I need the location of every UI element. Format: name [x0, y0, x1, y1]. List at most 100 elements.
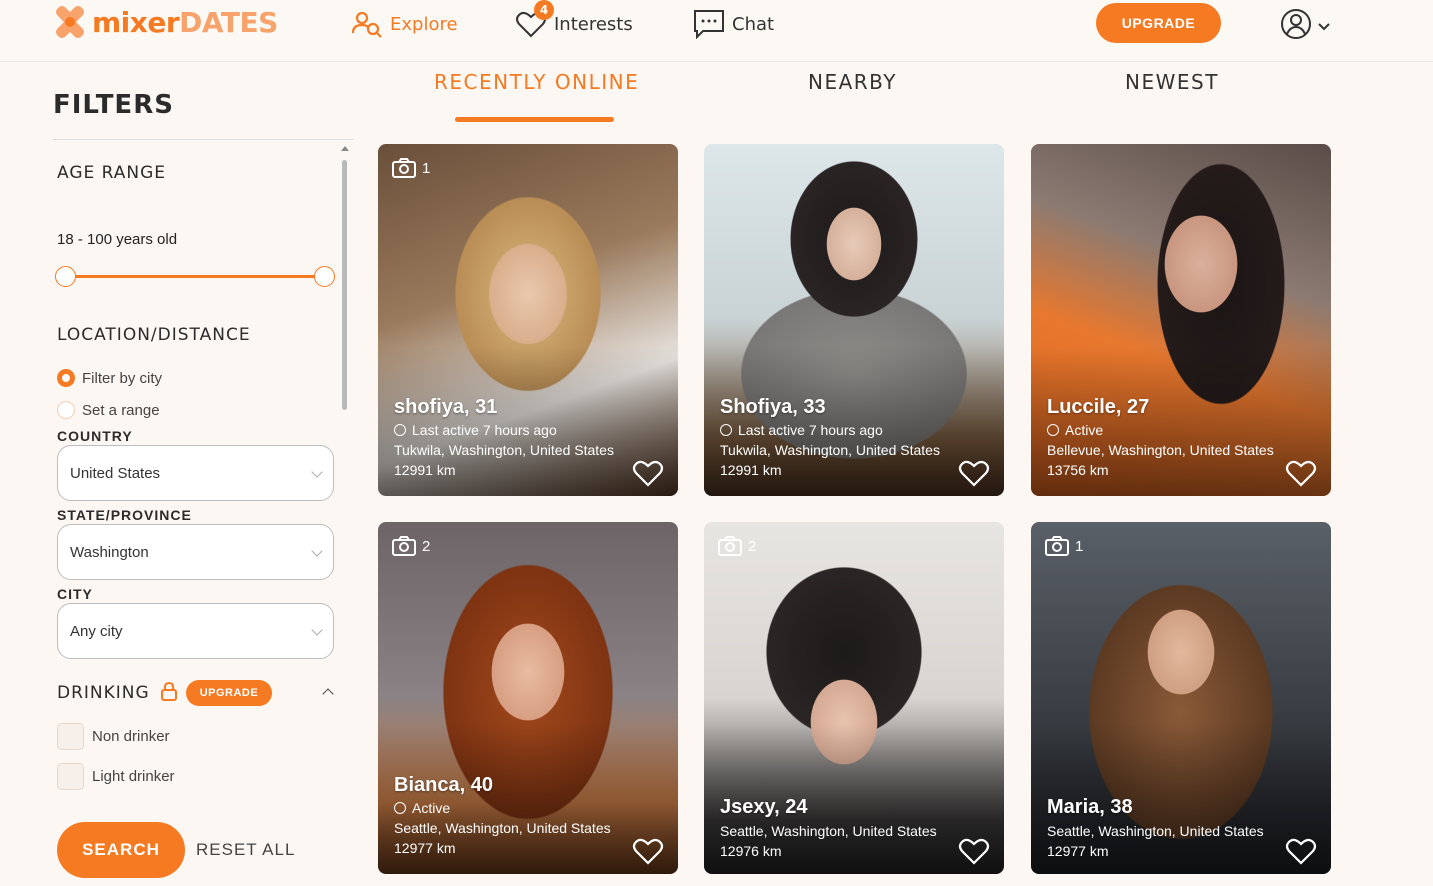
age-max-handle[interactable] — [314, 266, 335, 287]
collapse-drinking-icon[interactable] — [322, 688, 334, 700]
profile-card[interactable]: 1 Maria, 38 Seattle, Washington, United … — [1031, 522, 1331, 874]
interests-badge: 4 — [534, 0, 554, 20]
reset-all-button[interactable]: RESET ALL — [196, 840, 295, 860]
sidebar-divider — [53, 139, 353, 140]
lock-icon — [160, 681, 178, 706]
profile-status: Last active 7 hours ago — [720, 422, 940, 438]
like-heart-icon[interactable] — [1285, 836, 1317, 866]
photo-count: 1 — [392, 158, 430, 178]
photo-count: 2 — [392, 536, 430, 556]
nav-interests-label: Interests — [554, 13, 633, 35]
nav-chat[interactable]: Chat — [692, 8, 774, 40]
profile-distance: 12977 km — [1047, 843, 1109, 859]
state-label: STATE/PROVINCE — [57, 507, 192, 523]
profile-status-text: Active — [1065, 422, 1104, 438]
profile-info: Bianca, 40 Active Seattle, Washington, U… — [394, 774, 611, 856]
city-select[interactable]: Any city — [57, 603, 334, 659]
checkbox-icon — [57, 723, 84, 750]
photo-count-value: 2 — [422, 537, 431, 555]
profile-location: Tukwila, Washington, United States — [720, 442, 940, 458]
age-range-heading: AGE RANGE — [57, 163, 167, 183]
profile-status: Last active 7 hours ago — [394, 422, 614, 438]
country-select[interactable]: United States — [57, 445, 334, 501]
city-value: Any city — [70, 622, 123, 640]
tab-recently-online[interactable]: RECENTLY ONLINE — [434, 70, 639, 94]
chevron-down-icon — [311, 466, 323, 478]
profile-location: Seattle, Washington, United States — [1047, 823, 1264, 839]
radio-unselected-icon — [57, 401, 75, 419]
nav-explore-label: Explore — [390, 13, 458, 35]
like-heart-icon[interactable] — [1285, 458, 1317, 488]
nav-interests[interactable]: 4 Interests — [514, 0, 633, 40]
set-range-label: Set a range — [82, 401, 160, 419]
filters-title: FILTERS — [53, 90, 174, 120]
photo-count: 1 — [1045, 536, 1083, 556]
filter-by-city-radio[interactable]: Filter by city — [57, 369, 162, 387]
profile-name: Maria, 38 — [1047, 796, 1133, 818]
location-heading: LOCATION/DISTANCE — [57, 325, 251, 345]
set-range-radio[interactable]: Set a range — [57, 401, 160, 419]
like-heart-icon[interactable] — [958, 458, 990, 488]
profile-card[interactable]: 2 Jsexy, 24 Seattle, Washington, United … — [704, 522, 1004, 874]
profile-distance: 13756 km — [1047, 462, 1109, 478]
drinking-section-header[interactable]: DRINKING UPGRADE — [57, 680, 273, 706]
user-avatar-icon — [1280, 8, 1312, 45]
camera-icon — [392, 536, 416, 556]
profile-info: Luccile, 27 Active Bellevue, Washington,… — [1047, 396, 1274, 478]
chat-icon — [692, 8, 726, 40]
non-drinker-label: Non drinker — [92, 728, 170, 745]
tab-newest[interactable]: NEWEST — [1125, 70, 1219, 94]
like-heart-icon[interactable] — [958, 836, 990, 866]
profile-info: Jsexy, 24 Seattle, Washington, United St… — [720, 796, 937, 859]
profile-location: Tukwila, Washington, United States — [394, 442, 614, 458]
drinking-heading: DRINKING — [57, 683, 150, 703]
profile-info: Maria, 38 Seattle, Washington, United St… — [1047, 796, 1264, 859]
heart-outline-icon: 4 — [514, 0, 554, 40]
photo-count-value: 2 — [748, 537, 757, 555]
age-range-value: 18 - 100 years old — [57, 231, 178, 248]
profile-card[interactable]: Shofiya, 33 Last active 7 hours ago Tukw… — [704, 144, 1004, 496]
chevron-down-icon — [1318, 18, 1330, 36]
logo-x-icon — [52, 4, 88, 40]
account-menu[interactable] — [1280, 8, 1330, 45]
profile-location: Seattle, Washington, United States — [720, 823, 937, 839]
profile-status-text: Last active 7 hours ago — [738, 422, 883, 438]
light-drinker-checkbox[interactable]: Light drinker — [57, 763, 175, 790]
profile-card[interactable]: 1 shofiya, 31 Last active 7 hours ago Tu… — [378, 144, 678, 496]
country-label: COUNTRY — [57, 428, 133, 444]
like-heart-icon[interactable] — [632, 458, 664, 488]
upgrade-button[interactable]: UPGRADE — [1096, 3, 1221, 43]
age-range-slider-track[interactable] — [66, 275, 324, 278]
scroll-up-arrow[interactable] — [341, 146, 349, 151]
profile-name: Luccile, 27 — [1047, 396, 1150, 418]
chevron-down-icon — [311, 545, 323, 557]
drinking-upgrade-button[interactable]: UPGRADE — [185, 680, 273, 706]
sidebar-scrollbar[interactable] — [342, 160, 347, 410]
profile-distance: 12977 km — [394, 840, 456, 856]
profile-location: Bellevue, Washington, United States — [1047, 442, 1274, 458]
profile-status-text: Last active 7 hours ago — [412, 422, 557, 438]
like-heart-icon[interactable] — [632, 836, 664, 866]
camera-icon — [392, 158, 416, 178]
age-min-handle[interactable] — [55, 266, 76, 287]
top-header: mixerDATES Explore 4 Interests Chat UPGR… — [0, 0, 1433, 62]
profile-card[interactable]: Luccile, 27 Active Bellevue, Washington,… — [1031, 144, 1331, 496]
profile-distance: 12976 km — [720, 843, 782, 859]
nav-explore[interactable]: Explore — [350, 8, 458, 40]
profile-location: Seattle, Washington, United States — [394, 820, 611, 836]
search-button[interactable]: SEARCH — [57, 822, 185, 878]
nav-chat-label: Chat — [732, 13, 775, 35]
tab-nearby[interactable]: NEARBY — [808, 70, 897, 94]
profile-card[interactable]: 2 Bianca, 40 Active Seattle, Washington,… — [378, 522, 678, 874]
brand-logo[interactable]: mixerDATES — [52, 4, 278, 40]
light-drinker-label: Light drinker — [92, 768, 175, 785]
state-select[interactable]: Washington — [57, 524, 334, 580]
filter-by-city-label: Filter by city — [82, 369, 163, 387]
radio-selected-icon — [57, 369, 75, 387]
status-dot-icon — [394, 424, 406, 436]
non-drinker-checkbox[interactable]: Non drinker — [57, 723, 170, 750]
camera-icon — [718, 536, 742, 556]
profile-distance: 12991 km — [720, 462, 782, 478]
checkbox-icon — [57, 763, 84, 790]
profile-info: shofiya, 31 Last active 7 hours ago Tukw… — [394, 396, 614, 478]
